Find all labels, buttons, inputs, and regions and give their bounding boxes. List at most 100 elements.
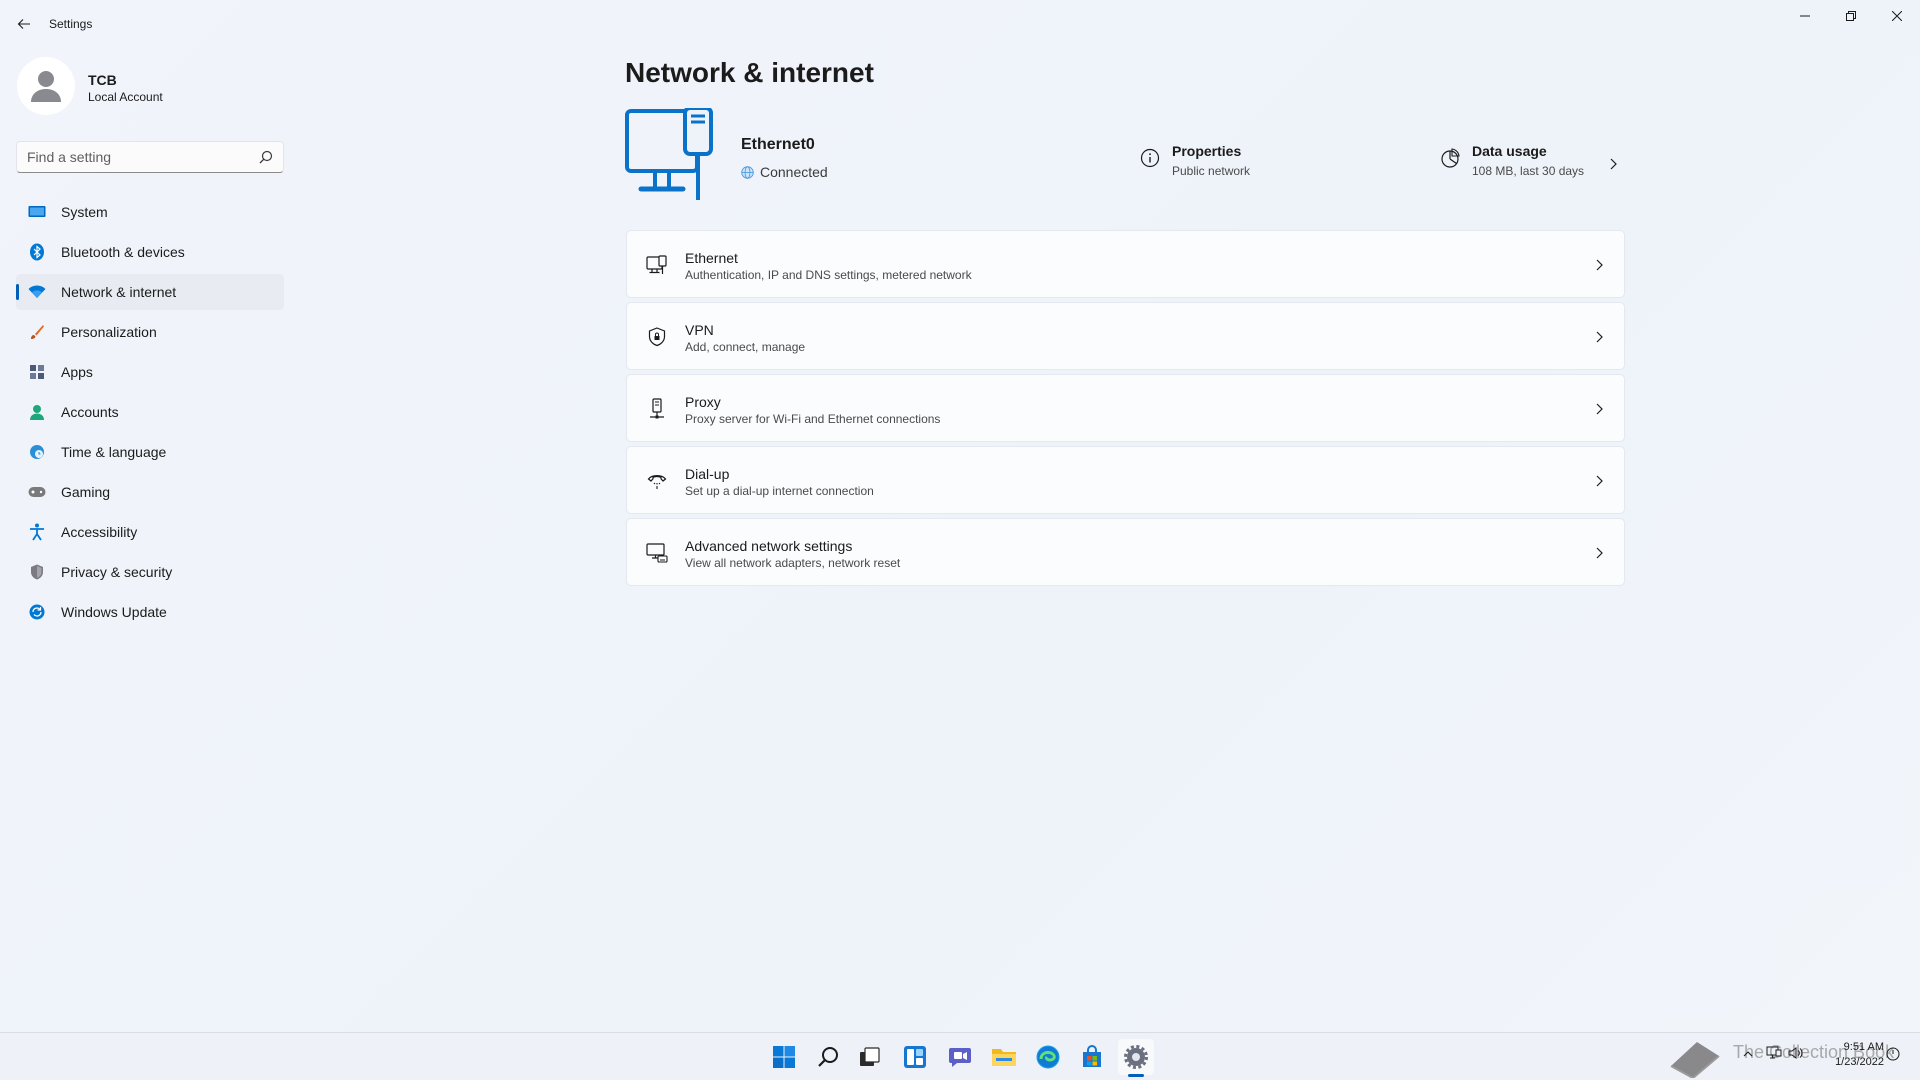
chevron-right-icon xyxy=(1596,403,1603,415)
sidebar-item-time-language[interactable]: Time & language xyxy=(16,434,284,470)
back-button[interactable] xyxy=(12,12,36,36)
advanced-network-settings-card[interactable]: Advanced network settings View all netwo… xyxy=(626,518,1625,586)
sidebar-item-label: Privacy & security xyxy=(61,564,173,580)
shield-icon xyxy=(28,563,46,581)
sidebar-item-gaming[interactable]: Gaming xyxy=(16,474,284,510)
sidebar-item-personalization[interactable]: Personalization xyxy=(16,314,284,350)
chat-button[interactable] xyxy=(942,1039,978,1075)
data-usage-link[interactable]: Data usage 108 MB, last 30 days xyxy=(1440,143,1620,183)
properties-title: Properties xyxy=(1172,143,1242,159)
sidebar-item-label: Accounts xyxy=(61,404,119,420)
vpn-card[interactable]: VPN Add, connect, manage xyxy=(626,302,1625,370)
person-avatar-icon xyxy=(31,71,61,102)
sidebar-item-windows-update[interactable]: Windows Update xyxy=(16,594,284,630)
card-subtitle: Authentication, IP and DNS settings, met… xyxy=(685,268,972,282)
settings-icon xyxy=(1124,1045,1148,1069)
chevron-right-icon xyxy=(1610,158,1617,170)
card-title: Advanced network settings xyxy=(685,538,853,554)
edge-button[interactable] xyxy=(1030,1039,1066,1075)
network-tray-icon[interactable] xyxy=(1766,1046,1782,1060)
sidebar-item-label: Personalization xyxy=(61,324,157,340)
brush-icon xyxy=(28,323,46,341)
close-button[interactable] xyxy=(1874,0,1920,32)
chevron-right-icon xyxy=(1596,259,1603,271)
close-icon xyxy=(1892,11,1902,21)
system-icon xyxy=(28,203,46,221)
sidebar-item-accounts[interactable]: Accounts xyxy=(16,394,284,430)
ethernet-icon xyxy=(646,254,668,276)
wired-network-monitor-icon xyxy=(625,108,713,200)
card-title: Ethernet xyxy=(685,250,738,266)
sidebar-item-accessibility[interactable]: Accessibility xyxy=(16,514,284,550)
sidebar-item-apps[interactable]: Apps xyxy=(16,354,284,390)
accessibility-icon xyxy=(28,523,46,541)
store-button[interactable] xyxy=(1074,1039,1110,1075)
adapter-name: Ethernet0 xyxy=(741,136,815,153)
globe-clock-icon xyxy=(28,443,46,461)
file-explorer-icon xyxy=(992,1049,1016,1066)
store-icon xyxy=(1083,1045,1101,1067)
sidebar-item-label: Gaming xyxy=(61,484,111,500)
chevron-right-icon xyxy=(1596,475,1603,487)
minimize-button[interactable] xyxy=(1782,0,1828,32)
ethernet-card[interactable]: Ethernet Authentication, IP and DNS sett… xyxy=(626,230,1625,298)
taskbar-search-button[interactable] xyxy=(810,1039,846,1075)
sidebar-item-bluetooth[interactable]: Bluetooth & devices xyxy=(16,234,284,270)
search-icon[interactable] xyxy=(259,150,273,164)
avatar xyxy=(17,57,75,115)
profile-name: TCB xyxy=(88,72,117,88)
profile-account-type: Local Account xyxy=(88,90,163,104)
sidebar-item-network[interactable]: Network & internet xyxy=(16,274,284,310)
connection-status: Connected xyxy=(741,164,828,180)
user-profile[interactable]: TCB Local Account xyxy=(17,57,277,117)
sidebar-item-system[interactable]: System xyxy=(16,194,284,230)
task-view-button[interactable] xyxy=(852,1039,888,1075)
start-icon xyxy=(773,1046,795,1068)
sidebar-item-label: Network & internet xyxy=(61,284,177,300)
data-usage-title: Data usage xyxy=(1472,143,1547,159)
sidebar-item-label: Bluetooth & devices xyxy=(61,244,185,260)
search-input[interactable] xyxy=(17,142,247,172)
search-icon xyxy=(818,1047,838,1067)
sidebar-item-label: Apps xyxy=(61,364,93,380)
sidebar-item-privacy[interactable]: Privacy & security xyxy=(16,554,284,590)
data-usage-subtitle: 108 MB, last 30 days xyxy=(1472,164,1585,178)
chevron-right-icon xyxy=(1596,547,1603,559)
clock-time[interactable]: 9:51 AM xyxy=(1834,1041,1884,1053)
chevron-up-icon[interactable] xyxy=(1742,1048,1754,1060)
search-box xyxy=(16,141,284,173)
clock-date[interactable]: 1/23/2022 xyxy=(1820,1056,1884,1068)
settings-button[interactable] xyxy=(1118,1039,1154,1075)
vpn-shield-icon xyxy=(646,326,668,348)
apps-icon xyxy=(28,363,46,381)
notification-icon[interactable] xyxy=(1886,1047,1900,1061)
data-usage-icon xyxy=(1441,148,1460,168)
settings-window: Settings TCB Local Account System Blueto… xyxy=(0,0,1920,1032)
sidebar-nav: System Bluetooth & devices Network & int… xyxy=(16,194,284,634)
sidebar-item-label: Windows Update xyxy=(61,604,167,620)
active-app-indicator xyxy=(1128,1074,1144,1077)
proxy-icon xyxy=(646,398,668,420)
restore-icon xyxy=(1846,11,1856,21)
app-title: Settings xyxy=(49,17,93,31)
book-watermark-icon xyxy=(1670,1042,1720,1078)
info-icon xyxy=(1140,148,1160,168)
card-title: VPN xyxy=(685,322,714,338)
card-subtitle: Set up a dial-up internet connection xyxy=(685,484,874,498)
sidebar-item-label: System xyxy=(61,204,108,220)
person-icon xyxy=(28,403,46,421)
advanced-network-icon xyxy=(646,542,668,564)
dialup-card[interactable]: Dial-up Set up a dial-up internet connec… xyxy=(626,446,1625,514)
start-button[interactable] xyxy=(766,1039,802,1075)
sidebar-item-label: Accessibility xyxy=(61,524,138,540)
proxy-card[interactable]: Proxy Proxy server for Wi-Fi and Etherne… xyxy=(626,374,1625,442)
file-explorer-button[interactable] xyxy=(986,1039,1022,1075)
restore-button[interactable] xyxy=(1828,0,1874,32)
card-subtitle: View all network adapters, network reset xyxy=(685,556,901,570)
gamepad-icon xyxy=(28,483,46,501)
widgets-button[interactable] xyxy=(897,1039,933,1075)
globe-icon xyxy=(741,165,754,179)
minimize-icon xyxy=(1800,15,1810,17)
volume-icon[interactable] xyxy=(1788,1046,1804,1060)
back-arrow-icon xyxy=(17,19,30,29)
